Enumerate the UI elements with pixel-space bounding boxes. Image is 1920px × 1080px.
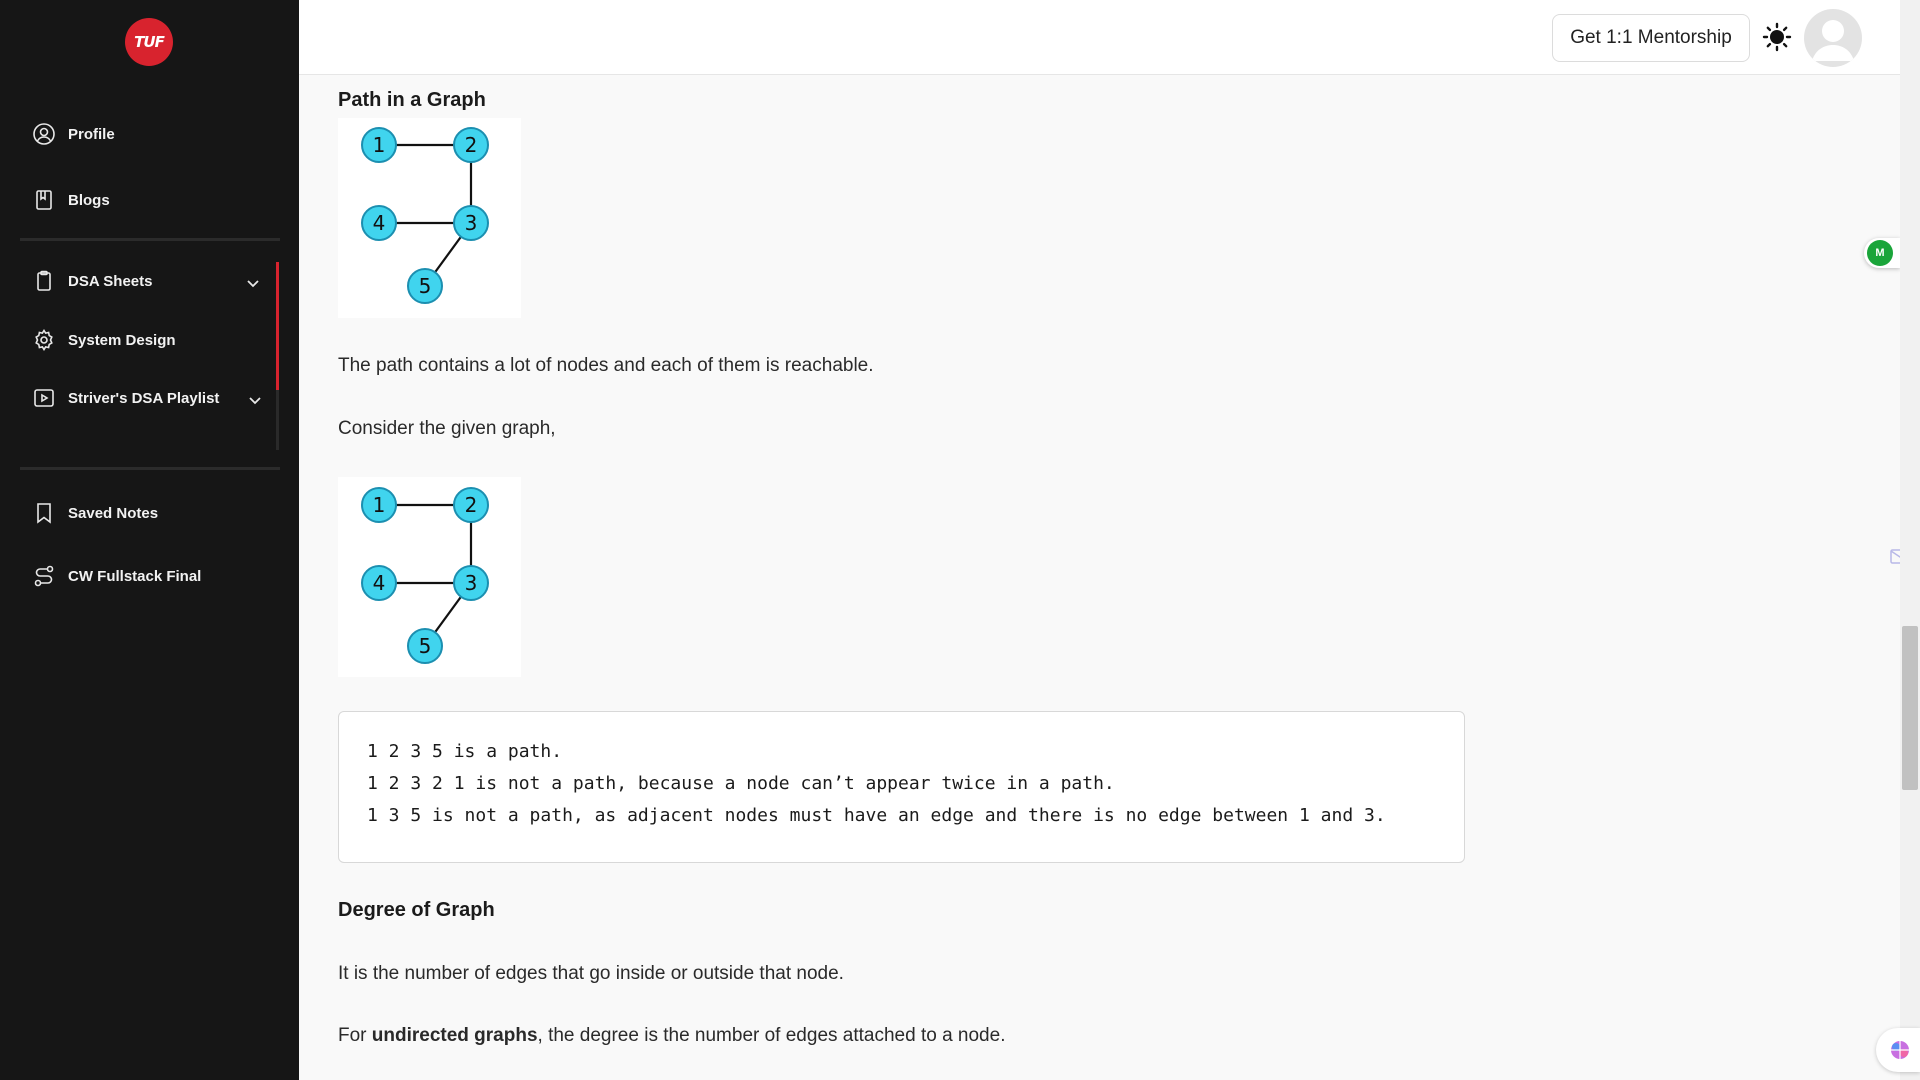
graph-node-label: 2 [465,493,478,517]
sidebar-item-label: Saved Notes [68,504,159,522]
avatar-icon [1812,20,1854,61]
page-scroll-thumb[interactable] [1902,626,1918,790]
floating-extension-widget[interactable]: M [1864,238,1900,268]
code-line: 1 2 3 5 is a path. [367,741,563,762]
sidebar-item-strivers-playlist[interactable]: Striver's DSA Playlist [32,386,219,410]
paragraph: Consider the given graph, [338,418,556,439]
graph-node-label: 4 [373,211,386,235]
section-title-path: Path in a Graph [338,89,486,111]
video-icon [34,389,54,407]
sidebar-item-label: Striver's DSA Playlist [68,389,220,407]
chevron-down-icon[interactable] [245,275,261,291]
code-line: 1 3 5 is not a path, as adjacent nodes m… [367,805,1386,826]
paragraph: The path contains a lot of nodes and eac… [338,355,874,376]
sun-icon[interactable] [1762,22,1792,52]
sidebar-item-saved-notes[interactable]: Saved Notes [32,501,158,525]
sidebar-scroll-thumb[interactable] [276,262,279,390]
graph-node-label: 3 [465,571,478,595]
sidebar-item-cw-fullstack[interactable]: CW Fullstack Final [32,564,201,588]
user-circle-icon [33,123,55,145]
mentorship-button[interactable]: Get 1:1 Mentorship [1552,14,1750,62]
graph-node-label: 4 [373,571,386,595]
sidebar-divider [20,238,280,241]
page-scrollbar[interactable] [1900,0,1920,1080]
paragraph-text: , the degree is the number of edges atta… [537,1025,1006,1046]
sidebar-item-label: System Design [68,331,176,349]
graph-node-label: 5 [419,634,432,658]
brain-icon [1891,1041,1909,1059]
graph-diagram: 1 2 3 4 5 [361,127,489,304]
section-title-degree: Degree of Graph [338,899,495,921]
route-icon [34,565,54,587]
sidebar-item-system-design[interactable]: System Design [32,328,176,352]
graph-node-label: 1 [373,133,386,157]
code-line: 1 2 3 2 1 is not a path, because a node … [367,773,1115,794]
avatar[interactable] [1804,9,1862,67]
gear-icon [35,328,53,352]
paragraph-text: For [338,1025,372,1046]
tuf-logo[interactable]: TUF [125,18,173,66]
sidebar-item-label: DSA Sheets [68,272,153,290]
graph-node-label: 3 [465,211,478,235]
graph-diagram: 1 2 3 4 5 [361,487,489,664]
graph-image-2: 1 2 3 4 5 [338,477,521,677]
sidebar-divider [20,467,280,470]
graph-image-1: 1 2 3 4 5 [338,118,521,318]
graph-node-label: 2 [465,133,478,157]
graph-node-label: 1 [373,493,386,517]
paragraph: It is the number of edges that go inside… [338,963,844,984]
bookmark-icon [37,503,51,524]
sidebar-item-label: Blogs [68,191,110,209]
sidebar-item-profile[interactable]: Profile [32,122,115,146]
code-block[interactable]: 1 2 3 5 is a path. 1 2 3 2 1 is not a pa… [338,711,1465,863]
clipboard-icon [37,270,51,291]
sidebar-item-dsa-sheets[interactable]: DSA Sheets [32,269,152,293]
extension-badge-icon: M [1867,240,1893,266]
ai-assistant-widget[interactable] [1876,1028,1920,1072]
graph-node-label: 5 [419,274,432,298]
book-icon [36,190,52,210]
sidebar: TUF Profile Blogs DSA Sheets System Desi… [0,0,299,1080]
bold-term: undirected graphs [371,1025,538,1046]
sidebar-item-label: Profile [68,125,115,143]
sidebar-item-blogs[interactable]: Blogs [32,188,110,212]
chevron-down-icon[interactable] [247,392,263,408]
sidebar-item-label: CW Fullstack Final [68,567,202,585]
paragraph: For undirected graphs, the degree is the… [338,1025,1005,1047]
